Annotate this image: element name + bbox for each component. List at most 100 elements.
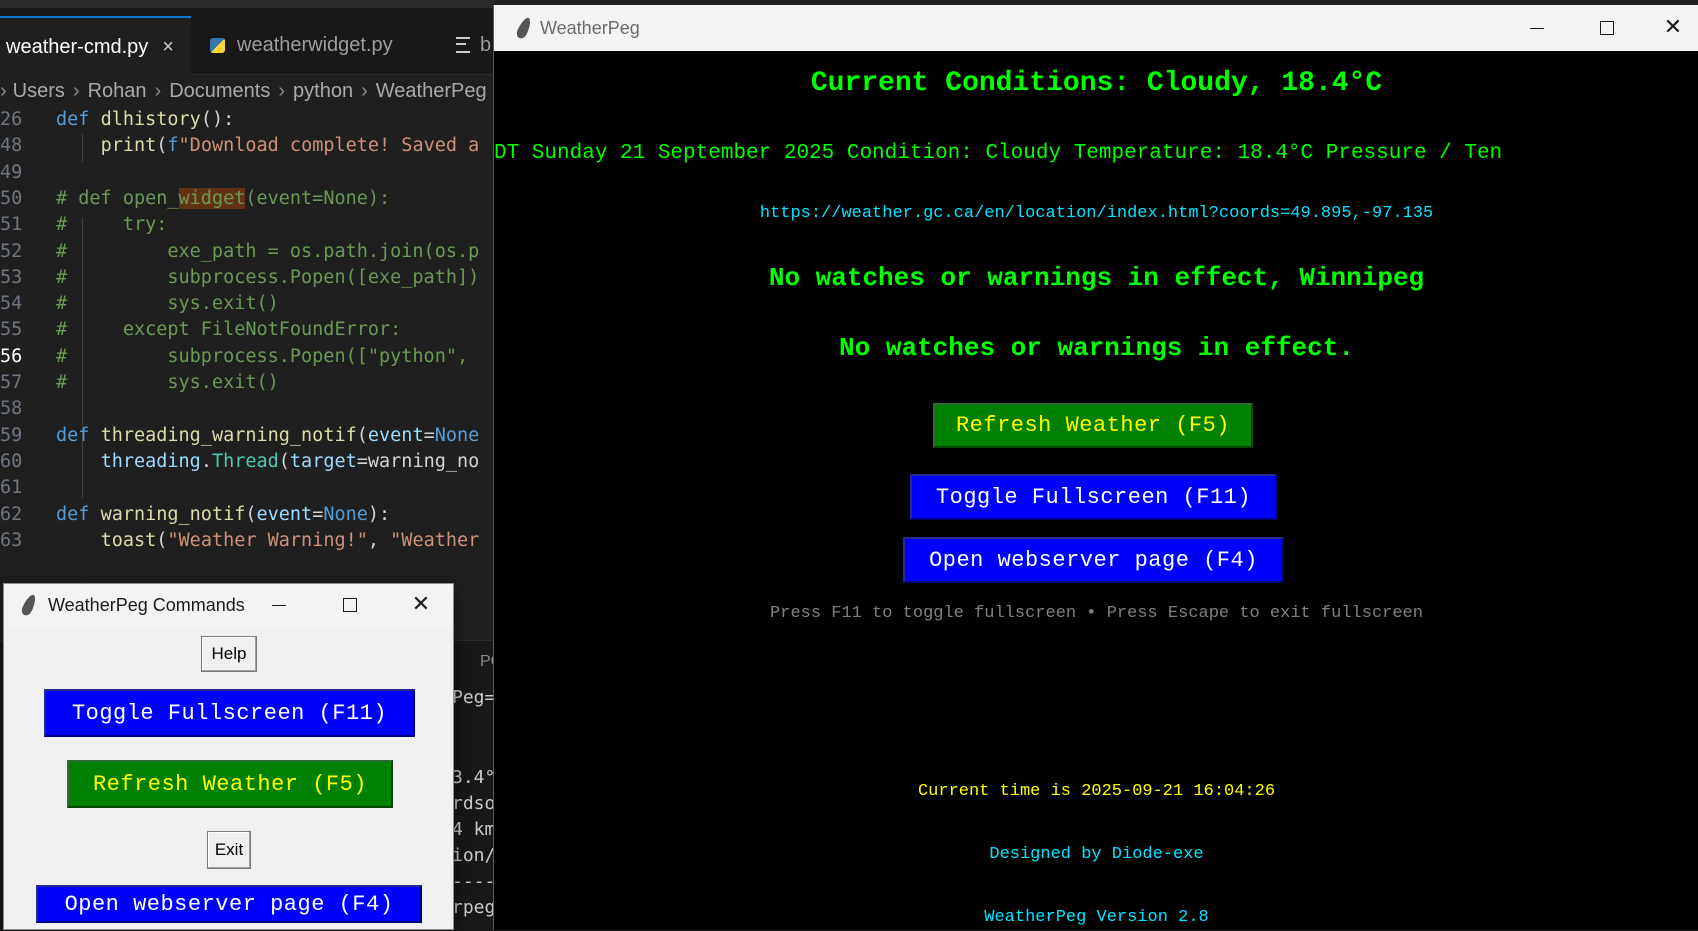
menu-bar [0,0,495,8]
line-number: 62 [0,503,23,525]
file-lines-icon [456,37,470,53]
line-number: 55 [0,319,23,341]
fullscreen-hint: Press F11 to toggle fullscreen • Press E… [770,604,1423,623]
line-number: 56 [0,345,23,367]
code-text: # subprocess.Popen(["python", [56,345,469,367]
line-number: 57 [0,372,23,393]
line-number: 54 [0,293,23,315]
tab-label: weather-cmd.py [6,35,149,58]
code-line: 53 # subprocess.Popen([exe_path]) [0,264,479,292]
minimize-button[interactable] [249,584,309,626]
breadcrumb-item[interactable]: Documents [169,80,270,103]
code-line: 62 def warning_notif(event=None): [0,501,390,529]
breadcrumb-item[interactable]: Users [13,80,65,103]
toggle-fullscreen-button[interactable]: Toggle Fullscreen (F11) [44,689,415,737]
tab-weather-cmd[interactable]: weather-cmd.py × [0,16,191,76]
code-line: 60 threading.Thread(target=warning_no [0,448,479,476]
code-line: 59 def threading_warning_notif(event=None [0,422,479,450]
maximize-button[interactable] [320,584,380,626]
minimize-icon [272,604,286,606]
open-webserver-button[interactable]: Open webserver page (F4) [36,885,422,923]
line-number: 59 [0,424,23,446]
source-url[interactable]: https://weather.gc.ca/en/location/index.… [494,204,1698,223]
window-titlebar[interactable]: WeatherPeg ✕ [494,5,1698,52]
close-button[interactable]: ✕ [391,584,451,626]
code-line: 54 # sys.exit() [0,290,279,318]
current-conditions: Current Conditions: Cloudy, 18.4°C [810,68,1383,99]
version-label: WeatherPeg Version 2.8 [984,908,1209,927]
warning-general: No watches or warnings in effect. [839,333,1354,363]
line-number: 58 [0,398,23,420]
feather-icon [19,592,39,618]
window-title: WeatherPeg Commands [48,595,245,615]
maximize-button[interactable] [1577,5,1637,51]
code-text: threading.Thread(target=warning_no [100,450,480,472]
close-icon[interactable]: × [162,36,174,59]
terminal-line: Peg= [452,687,496,708]
minimize-button[interactable] [1507,5,1567,51]
terminal-line: 3.4° [452,767,496,788]
code-line: 49 [0,159,56,187]
code-line: 61 [0,474,56,502]
maximize-icon [343,598,357,612]
open-webserver-button[interactable]: Open webserver page (F4) [903,537,1284,583]
help-button[interactable]: Help [201,636,257,672]
breadcrumb-item[interactable]: python [293,80,353,103]
code-line: 58 [0,395,56,423]
line-number: 63 [0,529,23,551]
chevron-right-icon: › [361,79,368,102]
close-button[interactable]: ✕ [1647,5,1698,51]
window-titlebar[interactable]: WeatherPeg Commands ✕ [4,584,453,626]
line-number: 49 [0,161,23,183]
code-text: toast("Weather Warning!", "Weather [100,529,480,551]
code-text: # subprocess.Popen([exe_path]) [56,266,480,288]
close-icon: ✕ [1663,15,1683,40]
code-line: 51 # try: [0,211,167,239]
python-icon [210,37,225,53]
code-text: print(f"Download complete! Saved a [100,135,480,157]
toggle-fullscreen-button[interactable]: Toggle Fullscreen (F11) [910,474,1277,520]
terminal-line: rdso [452,793,496,814]
code-text: # sys.exit() [56,372,279,393]
code-line: 50 # def open_widget(event=None): [0,185,390,213]
chevron-right-icon: › [278,79,286,102]
credits: Designed by Diode-exe [989,845,1204,864]
current-time: Current time is 2025-09-21 16:04:26 [917,782,1276,801]
line-number: 51 [0,214,23,236]
refresh-weather-button[interactable]: Refresh Weather (F5) [933,403,1253,448]
code-line: 52 # exe_path = os.path.join(os.p [0,238,479,266]
warning-city: No watches or warnings in effect, Winnip… [768,263,1425,293]
code-line: 56 # subprocess.Popen(["python", [0,343,468,371]
code-text: # def open_widget(event=None): [56,187,391,209]
terminal-line: rpeg [452,897,496,918]
editor-tab-bar: weather-cmd.py × weatherwidget.py b [0,8,496,76]
refresh-weather-button[interactable]: Refresh Weather (F5) [67,760,393,808]
commands-window: WeatherPeg Commands ✕ Help Toggle Fullsc… [3,583,454,930]
line-number: 52 [0,240,23,262]
terminal-line: ion/ [452,845,496,866]
line-number: 26 [0,109,23,130]
code-text: def warning_notif(event=None): [56,503,391,525]
code-line: 48 print(f"Download complete! Saved a [0,132,479,160]
code-text: # sys.exit() [56,293,279,315]
chevron-right-icon: › [154,79,162,102]
maximize-icon [1600,21,1614,35]
tab-weatherwidget[interactable]: weatherwidget.py [210,16,430,74]
feather-icon [514,15,534,41]
breadcrumb-item[interactable]: WeatherPeg [376,80,487,103]
breadcrumb: › Users › Rohan › Documents › python › W… [0,74,495,108]
terminal-line: 4 km [452,819,496,840]
breadcrumb-item[interactable]: Rohan [88,80,147,103]
code-line: 57 # sys.exit() [0,369,279,397]
line-number: 53 [0,266,23,288]
code-area[interactable]: 26 def dlhistory(): 48 print(f"Download co… [0,106,495,626]
weatherpeg-window: WeatherPeg ✕ Current Conditions: Cloudy,… [493,5,1698,930]
minimize-icon [1530,27,1544,29]
terminal-line: ---- [452,871,496,892]
code-line: 55 # except FileNotFoundError: [0,316,401,344]
code-text: # exe_path = os.path.join(os.p [56,240,480,262]
tab-b[interactable]: b [456,16,496,74]
code-line: 26 def dlhistory(): [0,106,234,134]
line-number: 48 [0,135,23,157]
exit-button[interactable]: Exit [207,831,251,869]
